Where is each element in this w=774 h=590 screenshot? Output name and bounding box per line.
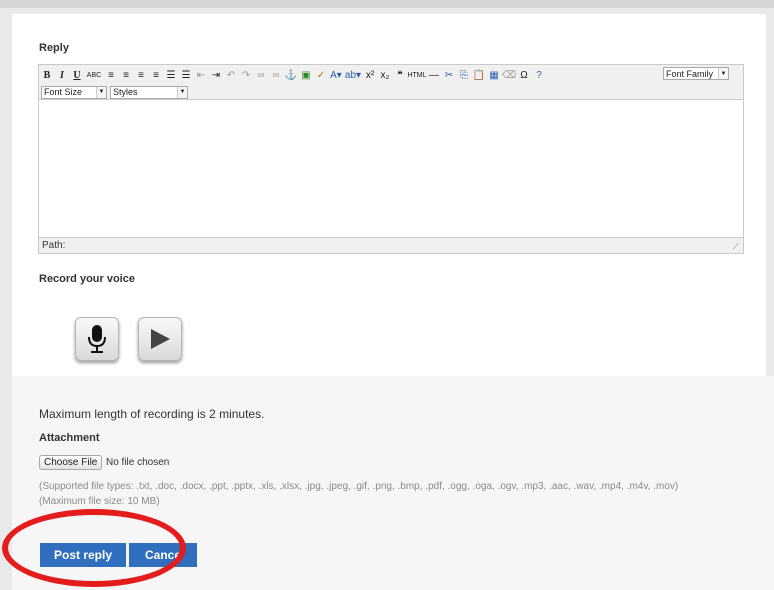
redo-button[interactable]: ↷ (240, 69, 252, 81)
microphone-icon (88, 325, 106, 353)
attachment-label: Attachment (39, 432, 100, 444)
cancel-button[interactable]: Cance (129, 543, 197, 567)
editor-status-bar: Path: ⟋ (39, 237, 743, 253)
cut-button[interactable]: ✂ (443, 69, 455, 81)
unlink-button[interactable]: ∞ (270, 69, 282, 81)
max-file-size-text: (Maximum file size: 10 MB) (39, 496, 160, 507)
strikethrough-button[interactable]: ABC (86, 69, 102, 81)
no-file-text: No file chosen (106, 457, 170, 468)
align-justify-button[interactable]: ≡ (150, 69, 162, 81)
paste-button[interactable]: 📋 (473, 69, 485, 81)
top-strip (0, 0, 774, 8)
styles-value: Styles (113, 87, 138, 97)
post-reply-button[interactable]: Post reply (40, 543, 126, 567)
font-size-select[interactable]: Font Size ▼ (41, 85, 107, 99)
path-label: Path: (42, 240, 66, 251)
bullet-list-button[interactable]: ☰ (165, 69, 177, 81)
link-button[interactable]: ∞ (255, 69, 267, 81)
table-button[interactable]: ▦ (488, 69, 500, 81)
styles-select[interactable]: Styles ▼ (110, 85, 188, 99)
chevron-down-icon: ▼ (718, 68, 728, 79)
blockquote-button[interactable]: ❝ (394, 69, 406, 81)
toolbar-row-1: B I U ABC ≡ ≡ ≡ ≡ ☰ ☰ ⇤ ⇥ ↶ ↷ ∞ ∞ ⚓ ▣ ✓ A▾ ab▾ x² x₂ ❝ HTML — ✂ ⎘ 📋 ▦… (41, 67, 545, 83)
max-length-text: Maximum length of recording is 2 minutes… (39, 407, 265, 421)
numbered-list-button[interactable]: ☰ (180, 69, 192, 81)
editor-text-area[interactable] (39, 100, 743, 237)
indent-button[interactable]: ⇥ (210, 69, 222, 81)
image-button[interactable]: ▣ (300, 69, 312, 81)
play-icon (151, 329, 170, 349)
eraser-button[interactable]: ⌫ (502, 69, 516, 81)
anchor-button[interactable]: ⚓ (285, 69, 297, 81)
editor-toolbar: B I U ABC ≡ ≡ ≡ ≡ ☰ ☰ ⇤ ⇥ ↶ ↷ ∞ ∞ ⚓ ▣ ✓ A▾ ab▾ x² x₂ ❝ HTML — ✂ ⎘ 📋 ▦… (39, 65, 743, 100)
help-button[interactable]: ? (533, 69, 545, 81)
horizontal-rule-button[interactable]: — (428, 69, 440, 81)
record-button[interactable] (75, 317, 119, 361)
underline-button[interactable]: U (71, 69, 83, 81)
special-char-button[interactable]: Ω (518, 69, 530, 81)
cleanup-button[interactable]: ✓ (315, 69, 327, 81)
chevron-down-icon: ▼ (96, 86, 106, 98)
align-right-button[interactable]: ≡ (135, 69, 147, 81)
align-center-button[interactable]: ≡ (120, 69, 132, 81)
subscript-button[interactable]: x₂ (379, 69, 391, 81)
reply-label: Reply (39, 42, 69, 54)
chevron-down-icon: ▼ (177, 86, 187, 98)
play-button[interactable] (138, 317, 182, 361)
html-button[interactable]: HTML (407, 69, 426, 81)
font-family-value: Font Family (666, 68, 714, 79)
superscript-button[interactable]: x² (364, 69, 376, 81)
undo-button[interactable]: ↶ (225, 69, 237, 81)
outdent-button[interactable]: ⇤ (195, 69, 207, 81)
toolbar-row-2: Font Size ▼ Styles ▼ (41, 84, 188, 100)
background-color-button[interactable]: ab▾ (345, 69, 361, 81)
choose-file-button[interactable]: Choose File (39, 455, 103, 470)
rich-text-editor: B I U ABC ≡ ≡ ≡ ≡ ☰ ☰ ⇤ ⇥ ↶ ↷ ∞ ∞ ⚓ ▣ ✓ A▾ ab▾ x² x₂ ❝ HTML — ✂ ⎘ 📋 ▦… (38, 64, 744, 254)
record-voice-label: Record your voice (39, 273, 135, 285)
resize-handle-icon[interactable]: ⟋ (733, 243, 741, 251)
supported-types-text: (Supported file types: .txt, .doc, .docx… (39, 481, 679, 492)
align-left-button[interactable]: ≡ (105, 69, 117, 81)
italic-button[interactable]: I (56, 69, 68, 81)
font-size-value: Font Size (44, 87, 83, 97)
bold-button[interactable]: B (41, 69, 53, 81)
copy-button[interactable]: ⎘ (458, 69, 470, 81)
text-color-button[interactable]: A▾ (330, 69, 342, 81)
font-family-select[interactable]: Font Family ▼ (663, 67, 729, 80)
